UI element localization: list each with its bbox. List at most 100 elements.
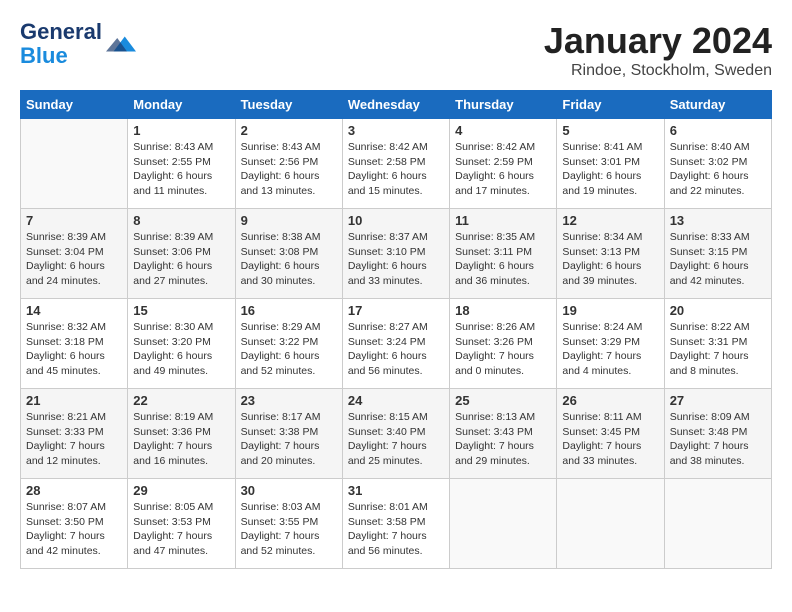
calendar-cell: 8Sunrise: 8:39 AMSunset: 3:06 PMDaylight… <box>128 209 235 299</box>
day-number: 4 <box>455 123 551 138</box>
day-number: 18 <box>455 303 551 318</box>
weekday-header-wednesday: Wednesday <box>342 91 449 119</box>
day-info: Sunrise: 8:39 AMSunset: 3:06 PMDaylight:… <box>133 230 229 289</box>
day-info: Sunrise: 8:21 AMSunset: 3:33 PMDaylight:… <box>26 410 122 469</box>
day-info: Sunrise: 8:26 AMSunset: 3:26 PMDaylight:… <box>455 320 551 379</box>
day-number: 20 <box>670 303 766 318</box>
calendar-cell: 19Sunrise: 8:24 AMSunset: 3:29 PMDayligh… <box>557 299 664 389</box>
calendar-cell: 4 Sunrise: 8:42 AMSunset: 2:59 PMDaylight… <box>450 119 557 209</box>
day-number: 17 <box>348 303 444 318</box>
day-info: Sunrise: 8:34 AMSunset: 3:13 PMDaylight:… <box>562 230 658 289</box>
day-number: 2 <box>241 123 337 138</box>
day-number: 11 <box>455 213 551 228</box>
day-info: Sunrise: 8:41 AMSunset: 3:01 PMDaylight:… <box>562 140 658 199</box>
day-info: Sunrise: 8:38 AMSunset: 3:08 PMDaylight:… <box>241 230 337 289</box>
day-number: 25 <box>455 393 551 408</box>
day-info: Sunrise: 8:11 AMSunset: 3:45 PMDaylight:… <box>562 410 658 469</box>
month-title: January 2024 <box>544 20 772 62</box>
day-info: Sunrise: 8:09 AMSunset: 3:48 PMDaylight:… <box>670 410 766 469</box>
calendar-cell: 22 Sunrise: 8:19 AMSunset: 3:36 PMDayligh… <box>128 389 235 479</box>
day-number: 15 <box>133 303 229 318</box>
day-info: Sunrise: 8:43 AMSunset: 2:56 PMDaylight:… <box>241 140 337 199</box>
day-info: Sunrise: 8:24 AMSunset: 3:29 PMDaylight:… <box>562 320 658 379</box>
calendar-cell: 2 Sunrise: 8:43 AMSunset: 2:56 PMDaylight… <box>235 119 342 209</box>
calendar-cell: 17 Sunrise: 8:27 AMSunset: 3:24 PMDayligh… <box>342 299 449 389</box>
week-row-4: 21 Sunrise: 8:21 AMSunset: 3:33 PMDayligh… <box>21 389 772 479</box>
day-info: Sunrise: 8:19 AMSunset: 3:36 PMDaylight:… <box>133 410 229 469</box>
calendar-cell <box>21 119 128 209</box>
day-number: 22 <box>133 393 229 408</box>
week-row-2: 7Sunrise: 8:39 AMSunset: 3:04 PMDaylight… <box>21 209 772 299</box>
day-info: Sunrise: 8:37 AMSunset: 3:10 PMDaylight:… <box>348 230 444 289</box>
day-number: 31 <box>348 483 444 498</box>
calendar-cell: 6Sunrise: 8:40 AMSunset: 3:02 PMDaylight… <box>664 119 771 209</box>
calendar-header: SundayMondayTuesdayWednesdayThursdayFrid… <box>21 91 772 119</box>
calendar-cell: 7Sunrise: 8:39 AMSunset: 3:04 PMDaylight… <box>21 209 128 299</box>
calendar-cell <box>557 479 664 569</box>
calendar-cell: 20 Sunrise: 8:22 AMSunset: 3:31 PMDayligh… <box>664 299 771 389</box>
calendar-cell: 24Sunrise: 8:15 AMSunset: 3:40 PMDayligh… <box>342 389 449 479</box>
day-info: Sunrise: 8:35 AMSunset: 3:11 PMDaylight:… <box>455 230 551 289</box>
calendar-cell <box>450 479 557 569</box>
day-number: 10 <box>348 213 444 228</box>
day-number: 28 <box>26 483 122 498</box>
page-header: General Blue January 2024 Rindoe, Stockh… <box>20 20 772 80</box>
weekday-header-friday: Friday <box>557 91 664 119</box>
logo: General Blue <box>20 20 136 68</box>
calendar-cell: 10 Sunrise: 8:37 AMSunset: 3:10 PMDayligh… <box>342 209 449 299</box>
calendar-cell: 1Sunrise: 8:43 AMSunset: 2:55 PMDaylight… <box>128 119 235 209</box>
location: Rindoe, Stockholm, Sweden <box>544 62 772 80</box>
calendar-body: 1Sunrise: 8:43 AMSunset: 2:55 PMDaylight… <box>21 119 772 569</box>
day-number: 16 <box>241 303 337 318</box>
day-info: Sunrise: 8:22 AMSunset: 3:31 PMDaylight:… <box>670 320 766 379</box>
day-number: 27 <box>670 393 766 408</box>
calendar-cell: 30 Sunrise: 8:03 AMSunset: 3:55 PMDayligh… <box>235 479 342 569</box>
day-number: 12 <box>562 213 658 228</box>
calendar-table: SundayMondayTuesdayWednesdayThursdayFrid… <box>20 90 772 569</box>
day-info: Sunrise: 8:42 AMSunset: 2:59 PMDaylight:… <box>455 140 551 199</box>
day-number: 6 <box>670 123 766 138</box>
day-info: Sunrise: 8:03 AMSunset: 3:55 PMDaylight:… <box>241 500 337 559</box>
calendar-cell: 23 Sunrise: 8:17 AMSunset: 3:38 PMDayligh… <box>235 389 342 479</box>
calendar-cell: 26Sunrise: 8:11 AMSunset: 3:45 PMDayligh… <box>557 389 664 479</box>
day-number: 23 <box>241 393 337 408</box>
calendar-cell: 21 Sunrise: 8:21 AMSunset: 3:33 PMDayligh… <box>21 389 128 479</box>
day-info: Sunrise: 8:30 AMSunset: 3:20 PMDaylight:… <box>133 320 229 379</box>
weekday-header-saturday: Saturday <box>664 91 771 119</box>
calendar-cell: 16 Sunrise: 8:29 AMSunset: 3:22 PMDayligh… <box>235 299 342 389</box>
day-info: Sunrise: 8:27 AMSunset: 3:24 PMDaylight:… <box>348 320 444 379</box>
weekday-header-tuesday: Tuesday <box>235 91 342 119</box>
day-number: 30 <box>241 483 337 498</box>
weekday-header-monday: Monday <box>128 91 235 119</box>
day-number: 9 <box>241 213 337 228</box>
day-info: Sunrise: 8:01 AMSunset: 3:58 PMDaylight:… <box>348 500 444 559</box>
calendar-cell <box>664 479 771 569</box>
week-row-3: 14Sunrise: 8:32 AMSunset: 3:18 PMDayligh… <box>21 299 772 389</box>
calendar-cell: 15 Sunrise: 8:30 AMSunset: 3:20 PMDayligh… <box>128 299 235 389</box>
logo-icon <box>106 29 136 59</box>
day-info: Sunrise: 8:42 AMSunset: 2:58 PMDaylight:… <box>348 140 444 199</box>
calendar-cell: 11 Sunrise: 8:35 AMSunset: 3:11 PMDayligh… <box>450 209 557 299</box>
weekday-header-thursday: Thursday <box>450 91 557 119</box>
day-number: 21 <box>26 393 122 408</box>
day-info: Sunrise: 8:29 AMSunset: 3:22 PMDaylight:… <box>241 320 337 379</box>
day-number: 14 <box>26 303 122 318</box>
day-info: Sunrise: 8:05 AMSunset: 3:53 PMDaylight:… <box>133 500 229 559</box>
calendar-cell: 9 Sunrise: 8:38 AMSunset: 3:08 PMDaylight… <box>235 209 342 299</box>
calendar-cell: 12 Sunrise: 8:34 AMSunset: 3:13 PMDayligh… <box>557 209 664 299</box>
day-number: 24 <box>348 393 444 408</box>
day-info: Sunrise: 8:17 AMSunset: 3:38 PMDaylight:… <box>241 410 337 469</box>
day-number: 5 <box>562 123 658 138</box>
logo-text: General Blue <box>20 20 102 68</box>
calendar-cell: 29Sunrise: 8:05 AMSunset: 3:53 PMDayligh… <box>128 479 235 569</box>
day-number: 3 <box>348 123 444 138</box>
calendar-cell: 27 Sunrise: 8:09 AMSunset: 3:48 PMDayligh… <box>664 389 771 479</box>
day-info: Sunrise: 8:33 AMSunset: 3:15 PMDaylight:… <box>670 230 766 289</box>
calendar-cell: 25 Sunrise: 8:13 AMSunset: 3:43 PMDayligh… <box>450 389 557 479</box>
day-info: Sunrise: 8:07 AMSunset: 3:50 PMDaylight:… <box>26 500 122 559</box>
week-row-1: 1Sunrise: 8:43 AMSunset: 2:55 PMDaylight… <box>21 119 772 209</box>
day-info: Sunrise: 8:13 AMSunset: 3:43 PMDaylight:… <box>455 410 551 469</box>
day-number: 1 <box>133 123 229 138</box>
calendar-cell: 28 Sunrise: 8:07 AMSunset: 3:50 PMDayligh… <box>21 479 128 569</box>
calendar-cell: 3 Sunrise: 8:42 AMSunset: 2:58 PMDaylight… <box>342 119 449 209</box>
